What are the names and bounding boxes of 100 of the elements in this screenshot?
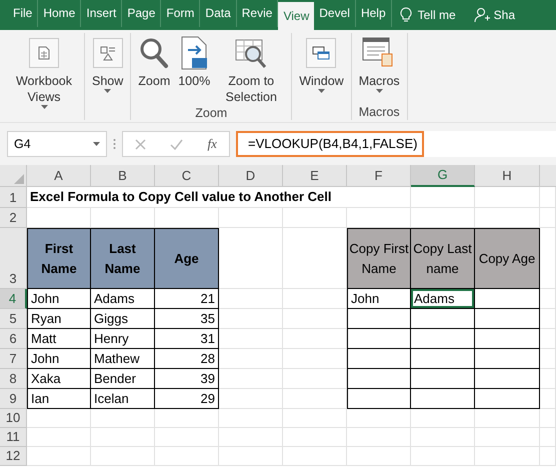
grid-cell xyxy=(475,428,540,447)
table-cell: Matt xyxy=(27,329,91,349)
table-cell[interactable] xyxy=(475,349,540,369)
table-cell[interactable] xyxy=(347,389,411,409)
ribbon-tab[interactable]: Insert xyxy=(81,0,122,27)
row-header[interactable]: 7 xyxy=(0,349,27,369)
grid-cell xyxy=(91,447,155,466)
table-cell: 28 xyxy=(155,349,219,369)
row-header[interactable]: 4 xyxy=(0,289,27,309)
ribbon-tab[interactable]: File xyxy=(8,0,38,27)
row-header[interactable]: 11 xyxy=(0,428,27,447)
zoom-selection-icon xyxy=(235,37,268,69)
table-cell[interactable] xyxy=(347,329,411,349)
ribbon-tab[interactable]: Page xyxy=(122,0,162,27)
tell-me-field[interactable]: Tell me xyxy=(418,6,456,24)
insert-function-button[interactable]: fx xyxy=(208,134,217,154)
workbook-icon xyxy=(29,38,59,68)
row-header[interactable]: 1 xyxy=(0,187,27,208)
grid-cell xyxy=(27,428,91,447)
ribbon-tab[interactable]: Help xyxy=(356,0,392,27)
table-cell[interactable] xyxy=(347,349,411,369)
table-cell: Xaka xyxy=(27,369,91,389)
ribbon-button[interactable]: Zoom xyxy=(135,33,174,105)
lightbulb-icon[interactable] xyxy=(400,7,412,23)
ribbon-button[interactable]: Window xyxy=(296,33,347,104)
formula-field[interactable]: =VLOOKUP(B4,B4,1,FALSE) xyxy=(236,131,424,157)
table-cell[interactable] xyxy=(347,309,411,329)
ribbon-tab[interactable]: Data xyxy=(200,0,237,27)
grid-cell xyxy=(411,428,475,447)
row-header[interactable]: 10 xyxy=(0,409,27,428)
column-heading: Copy Last name xyxy=(411,228,475,289)
grid-cell xyxy=(411,187,475,208)
column-heading: Last Name xyxy=(91,228,155,289)
column-header[interactable]: G xyxy=(411,165,475,187)
ribbon-button[interactable]: Zoom to Selection xyxy=(215,33,288,105)
table-cell: Ryan xyxy=(27,309,91,329)
column-header[interactable]: F xyxy=(347,165,411,187)
grid-cell xyxy=(475,447,540,466)
ribbon-tab[interactable]: Home xyxy=(38,0,82,27)
row-header[interactable]: 5 xyxy=(0,309,27,329)
ribbon-button[interactable]: 100% xyxy=(175,33,214,105)
check-icon[interactable] xyxy=(170,138,184,150)
column-header[interactable]: E xyxy=(283,165,347,187)
ribbon-tab[interactable]: Form xyxy=(161,0,200,27)
grid-cell xyxy=(219,428,283,447)
magnifier-icon xyxy=(139,37,170,69)
table-cell[interactable] xyxy=(475,309,540,329)
table-cell: 29 xyxy=(155,389,219,409)
column-header[interactable]: D xyxy=(219,165,283,187)
grid-cell xyxy=(283,428,347,447)
table-cell[interactable] xyxy=(411,329,475,349)
ribbon-button[interactable]: Macros xyxy=(356,33,403,104)
dropdown-caret-icon xyxy=(376,89,383,93)
row-header[interactable]: 3 xyxy=(0,228,27,289)
column-header[interactable]: H xyxy=(475,165,540,187)
row-header[interactable]: 6 xyxy=(0,329,27,349)
grid-cell xyxy=(540,428,556,447)
table-cell[interactable] xyxy=(475,369,540,389)
table-cell[interactable] xyxy=(475,329,540,349)
windows-icon xyxy=(306,38,336,68)
column-heading: Copy First Name xyxy=(347,228,411,289)
table-cell[interactable] xyxy=(475,289,540,309)
row-header[interactable]: 12 xyxy=(0,447,27,466)
column-heading: Copy Age xyxy=(475,228,540,289)
column-header[interactable]: C xyxy=(155,165,219,187)
table-cell[interactable]: Adams xyxy=(411,289,475,309)
table-cell[interactable] xyxy=(411,309,475,329)
column-heading: First Name xyxy=(27,228,91,289)
table-cell[interactable] xyxy=(347,369,411,389)
table-cell[interactable] xyxy=(475,389,540,409)
table-cell[interactable]: John xyxy=(347,289,411,309)
row-header[interactable]: 2 xyxy=(0,208,27,228)
column-header[interactable]: A xyxy=(27,165,91,187)
table-cell: Giggs xyxy=(91,309,155,329)
table-cell: Mathew xyxy=(91,349,155,369)
column-header[interactable]: B xyxy=(91,165,155,187)
row-header[interactable]: 9 xyxy=(0,389,27,409)
table-cell[interactable] xyxy=(411,369,475,389)
grid-cell xyxy=(91,428,155,447)
name-box[interactable]: G4 xyxy=(7,131,107,157)
group-label: Zoom xyxy=(194,105,228,121)
table-cell: Henry xyxy=(91,329,155,349)
table-cell[interactable] xyxy=(411,389,475,409)
row-header[interactable]: 8 xyxy=(0,369,27,389)
person-add-icon[interactable] xyxy=(474,7,490,23)
ribbon-button[interactable]: Workbook Views xyxy=(8,33,80,109)
table-cell[interactable] xyxy=(411,349,475,369)
grid-cell xyxy=(155,447,219,466)
table-cell: 31 xyxy=(155,329,219,349)
table-cell: Icelan xyxy=(91,389,155,409)
grid-cell xyxy=(540,187,556,208)
column-heading: Age xyxy=(155,228,219,289)
table-cell: Ian xyxy=(27,389,91,409)
shapes-icon xyxy=(92,38,123,68)
dropdown-caret-icon xyxy=(318,89,325,93)
ribbon-tab[interactable]: Devel xyxy=(314,0,356,27)
table-cell: 39 xyxy=(155,369,219,389)
ribbon-button[interactable]: Show xyxy=(89,33,126,104)
ribbon-tab[interactable]: View xyxy=(278,2,314,30)
share-button[interactable]: Sha xyxy=(494,6,515,24)
